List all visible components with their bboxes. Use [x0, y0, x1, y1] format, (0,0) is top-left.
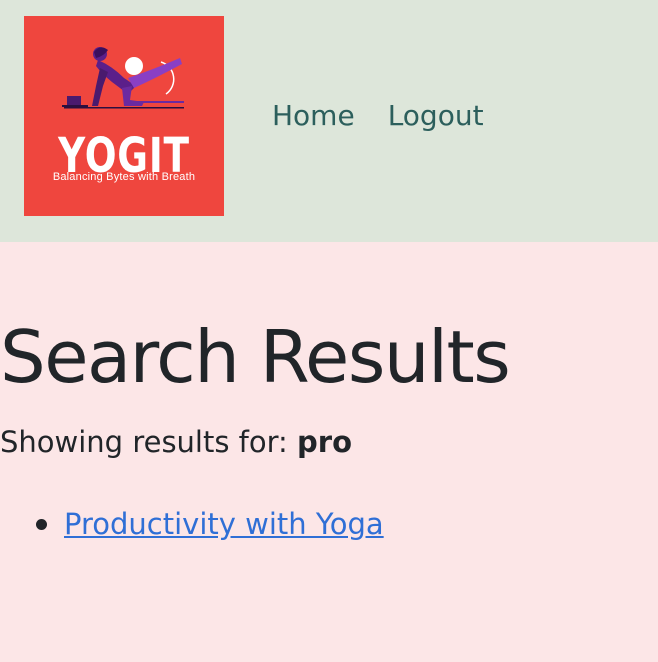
results-list: Productivity with Yoga [0, 502, 384, 546]
bullet-icon [36, 519, 47, 530]
search-summary: Showing results for: pro [0, 422, 352, 462]
yoga-pose-icon [62, 47, 184, 109]
logo[interactable]: YOGIT Balancing Bytes with Breath [24, 16, 224, 216]
result-link[interactable]: Productivity with Yoga [64, 507, 384, 541]
list-item: Productivity with Yoga [0, 502, 384, 546]
nav-logout-link[interactable]: Logout [388, 96, 484, 136]
logo-tagline: Balancing Bytes with Breath [52, 171, 196, 183]
main-nav: Home Logout [272, 96, 484, 136]
nav-home-link[interactable]: Home [272, 96, 355, 136]
search-summary-label: Showing results for: [0, 425, 288, 459]
site-header: YOGIT Balancing Bytes with Breath Home L… [0, 0, 658, 242]
page-title: Search Results [0, 315, 511, 399]
search-query: pro [297, 425, 353, 459]
